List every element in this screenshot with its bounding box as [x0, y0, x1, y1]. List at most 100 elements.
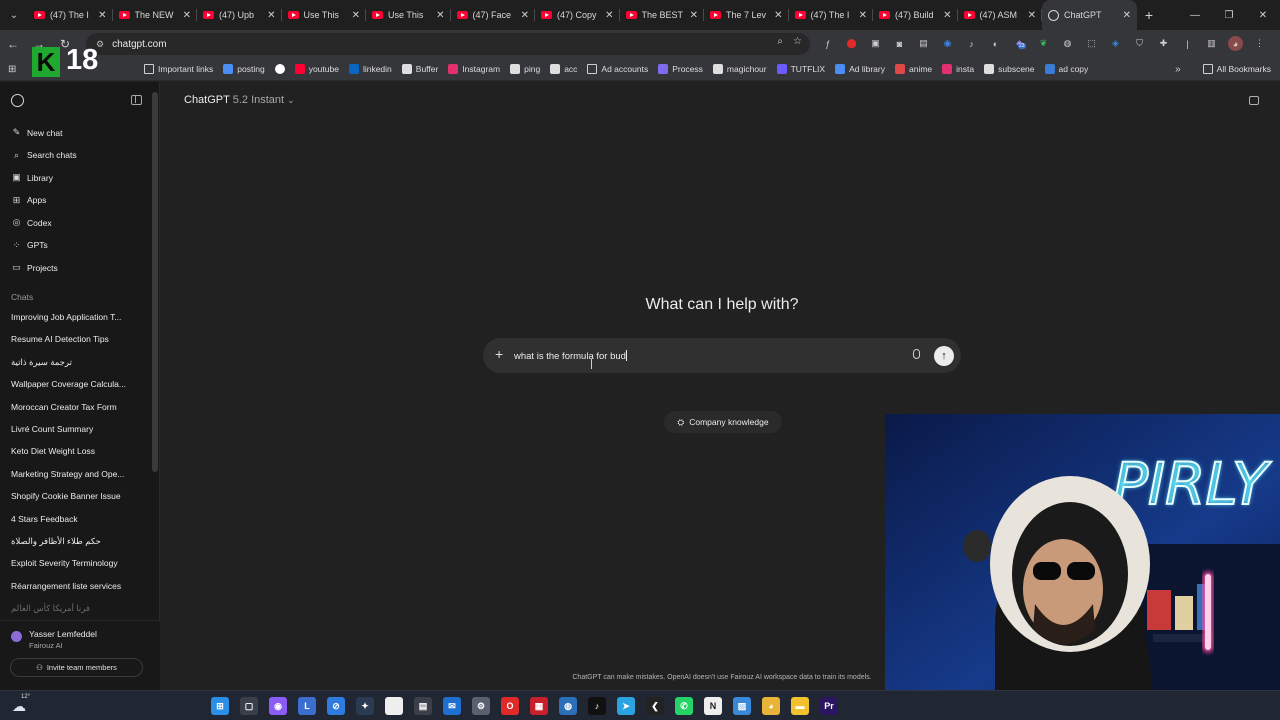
- close-tab-icon[interactable]: ✕: [1123, 10, 1131, 21]
- bookmark-item[interactable]: acc: [550, 64, 577, 74]
- telegram-icon[interactable]: ➤: [617, 697, 635, 715]
- extension-blue-icon[interactable]: ◈: [1108, 36, 1123, 51]
- chrome-icon[interactable]: ◕: [762, 697, 780, 715]
- leaf-extension-icon[interactable]: ❦: [1036, 36, 1051, 51]
- chatgpt-logo-icon[interactable]: [11, 94, 24, 107]
- bookmark-item[interactable]: Instagram: [448, 64, 500, 74]
- app-white-icon[interactable]: [385, 697, 403, 715]
- browser-tab[interactable]: The NEW ✕: [113, 0, 198, 30]
- minimize-icon[interactable]: —: [1178, 0, 1212, 30]
- premiere-icon[interactable]: Pr: [820, 697, 838, 715]
- bookmark-item[interactable]: Buffer: [401, 64, 438, 74]
- side-panel-icon[interactable]: ▥: [1204, 36, 1219, 51]
- browser-tab[interactable]: The 7 Lev ✕: [704, 0, 789, 30]
- record-extension-icon[interactable]: ⬤: [844, 36, 859, 51]
- bookmark-item[interactable]: ad copy: [1044, 64, 1088, 74]
- bookmark-item[interactable]: linkedin: [348, 64, 392, 74]
- tiktok-icon[interactable]: ♪: [588, 697, 606, 715]
- browser-tab[interactable]: The BEST ✕: [620, 0, 705, 30]
- bookmark-item[interactable]: anime: [895, 64, 932, 74]
- sidebar-item-search-chats[interactable]: ⌕ Search chats: [11, 150, 77, 161]
- file-explorer-icon[interactable]: ▬: [791, 697, 809, 715]
- bookmark-item[interactable]: subscene: [984, 64, 1035, 74]
- bookmark-item[interactable]: youtube: [294, 64, 339, 74]
- new-tab-button[interactable]: +: [1137, 7, 1161, 23]
- gamepad-extension-icon[interactable]: ▣: [868, 36, 883, 51]
- app-l-icon[interactable]: L: [298, 697, 316, 715]
- chat-history-item[interactable]: حكم طلاء الأظافر والصلاة: [11, 536, 101, 547]
- settings-icon[interactable]: ⚙: [472, 697, 490, 715]
- cookie-extension-icon[interactable]: ◐: [988, 36, 1003, 51]
- opera-icon[interactable]: O: [501, 697, 519, 715]
- bookmark-item[interactable]: Process: [658, 64, 703, 74]
- back-arrow-icon[interactable]: ←: [0, 37, 26, 51]
- chat-history-item[interactable]: Shopify Cookie Banner Issue: [11, 491, 143, 501]
- prompt-input[interactable]: what is the formula for bud: [514, 350, 627, 362]
- sidebar-item-apps[interactable]: ⊞ Apps: [11, 195, 47, 206]
- bookmark-item[interactable]: ping: [510, 64, 540, 74]
- chat-history-item[interactable]: Resume AI Detection Tips: [11, 334, 143, 344]
- sidebar-scrollbar[interactable]: [152, 92, 158, 472]
- tiktok-extension-icon[interactable]: ♪: [964, 36, 979, 51]
- browser-tab[interactable]: Use This ✕: [282, 0, 367, 30]
- close-tab-icon[interactable]: ✕: [521, 10, 529, 21]
- tab-search-chevron-icon[interactable]: ⌄: [0, 0, 28, 30]
- chat-history-item[interactable]: Réarrangement liste services: [11, 581, 143, 591]
- bookmarks-overflow-icon[interactable]: »: [1175, 64, 1181, 75]
- close-tab-icon[interactable]: ✕: [1028, 10, 1036, 21]
- close-tab-icon[interactable]: ✕: [436, 10, 444, 21]
- app-blue-icon[interactable]: ⊘: [327, 697, 345, 715]
- chat-history-item[interactable]: فرنا أمريكا كأس العالم: [11, 603, 90, 614]
- chat-history-item[interactable]: Exploit Severity Terminology: [11, 558, 143, 568]
- app-arrow-icon[interactable]: ❮: [646, 697, 664, 715]
- bookmark-item[interactable]: magichour: [712, 64, 767, 74]
- bookmark-item[interactable]: TUTFLIX: [776, 64, 825, 74]
- chat-history-item[interactable]: Improving Job Application T...: [11, 312, 143, 322]
- fx-extension-icon[interactable]: ƒ: [820, 36, 835, 51]
- notion-icon[interactable]: N: [704, 697, 722, 715]
- bookmark-item[interactable]: posting: [223, 64, 265, 74]
- browser-tab[interactable]: (47) Build ✕: [873, 0, 958, 30]
- browser-tab[interactable]: (47) Copy ✕: [535, 0, 620, 30]
- grey-extension-icon[interactable]: ◍: [1060, 36, 1075, 51]
- puzzle-extension-icon[interactable]: ✚: [1156, 36, 1171, 51]
- invite-team-button[interactable]: ⚇ Invite team members: [10, 658, 143, 677]
- app-feather-icon[interactable]: ✦: [356, 697, 374, 715]
- close-tab-icon[interactable]: ✕: [943, 10, 951, 21]
- prompt-composer[interactable]: + what is the formula for bud ↑: [483, 338, 961, 373]
- browser-tab[interactable]: Use This ✕: [366, 0, 451, 30]
- company-knowledge-button[interactable]: ⛭ Company knowledge: [664, 411, 782, 433]
- chat-history-item[interactable]: Moroccan Creator Tax Form: [11, 402, 143, 412]
- add-attachment-icon[interactable]: +: [495, 346, 503, 362]
- bookmark-item[interactable]: Ad accounts: [587, 64, 648, 74]
- apps-grid-icon[interactable]: ⊞: [8, 64, 22, 75]
- restore-icon[interactable]: ❐: [1212, 0, 1246, 30]
- browser-tab[interactable]: (47) The I ✕: [28, 0, 113, 30]
- microphone-icon[interactable]: [913, 349, 920, 359]
- store-icon[interactable]: ▤: [414, 697, 432, 715]
- chat-history-item[interactable]: Wallpaper Coverage Calcula...: [11, 379, 143, 389]
- weather-cloud-icon[interactable]: ☁: [12, 698, 32, 714]
- close-tab-icon[interactable]: ✕: [690, 10, 698, 21]
- bookmark-star-icon[interactable]: ☆: [793, 36, 802, 47]
- sidebar-item-new-chat[interactable]: ✎ New chat: [11, 127, 63, 138]
- app-red-icon[interactable]: ▦: [530, 697, 548, 715]
- badge-extension-icon[interactable]: ◆23: [1012, 36, 1027, 51]
- user-account-panel[interactable]: Yasser Lemfeddel Fairouz AI ⚇ Invite tea…: [0, 620, 160, 690]
- windows-start-icon[interactable]: ⊞: [211, 697, 229, 715]
- bookmark-item[interactable]: Ad library: [835, 64, 885, 74]
- bookmark-item[interactable]: [274, 64, 285, 74]
- all-bookmarks-button[interactable]: All Bookmarks: [1202, 64, 1271, 74]
- close-window-icon[interactable]: ✕: [1246, 0, 1280, 30]
- close-tab-icon[interactable]: ✕: [183, 10, 191, 21]
- sidebar-item-codex[interactable]: ◎ Codex: [11, 217, 52, 228]
- bookmark-item[interactable]: insta: [942, 64, 974, 74]
- close-tab-icon[interactable]: ✕: [352, 10, 360, 21]
- app-globe-icon[interactable]: ◍: [559, 697, 577, 715]
- close-tab-icon[interactable]: ✕: [605, 10, 613, 21]
- model-selector[interactable]: ChatGPT 5.2 Instant ⌄: [184, 94, 295, 106]
- close-tab-icon[interactable]: ✕: [859, 10, 867, 21]
- chat-history-item[interactable]: Livré Count Summary: [11, 424, 143, 434]
- copilot-icon[interactable]: ◉: [269, 697, 287, 715]
- browser-tab[interactable]: (47) Upb ✕: [197, 0, 282, 30]
